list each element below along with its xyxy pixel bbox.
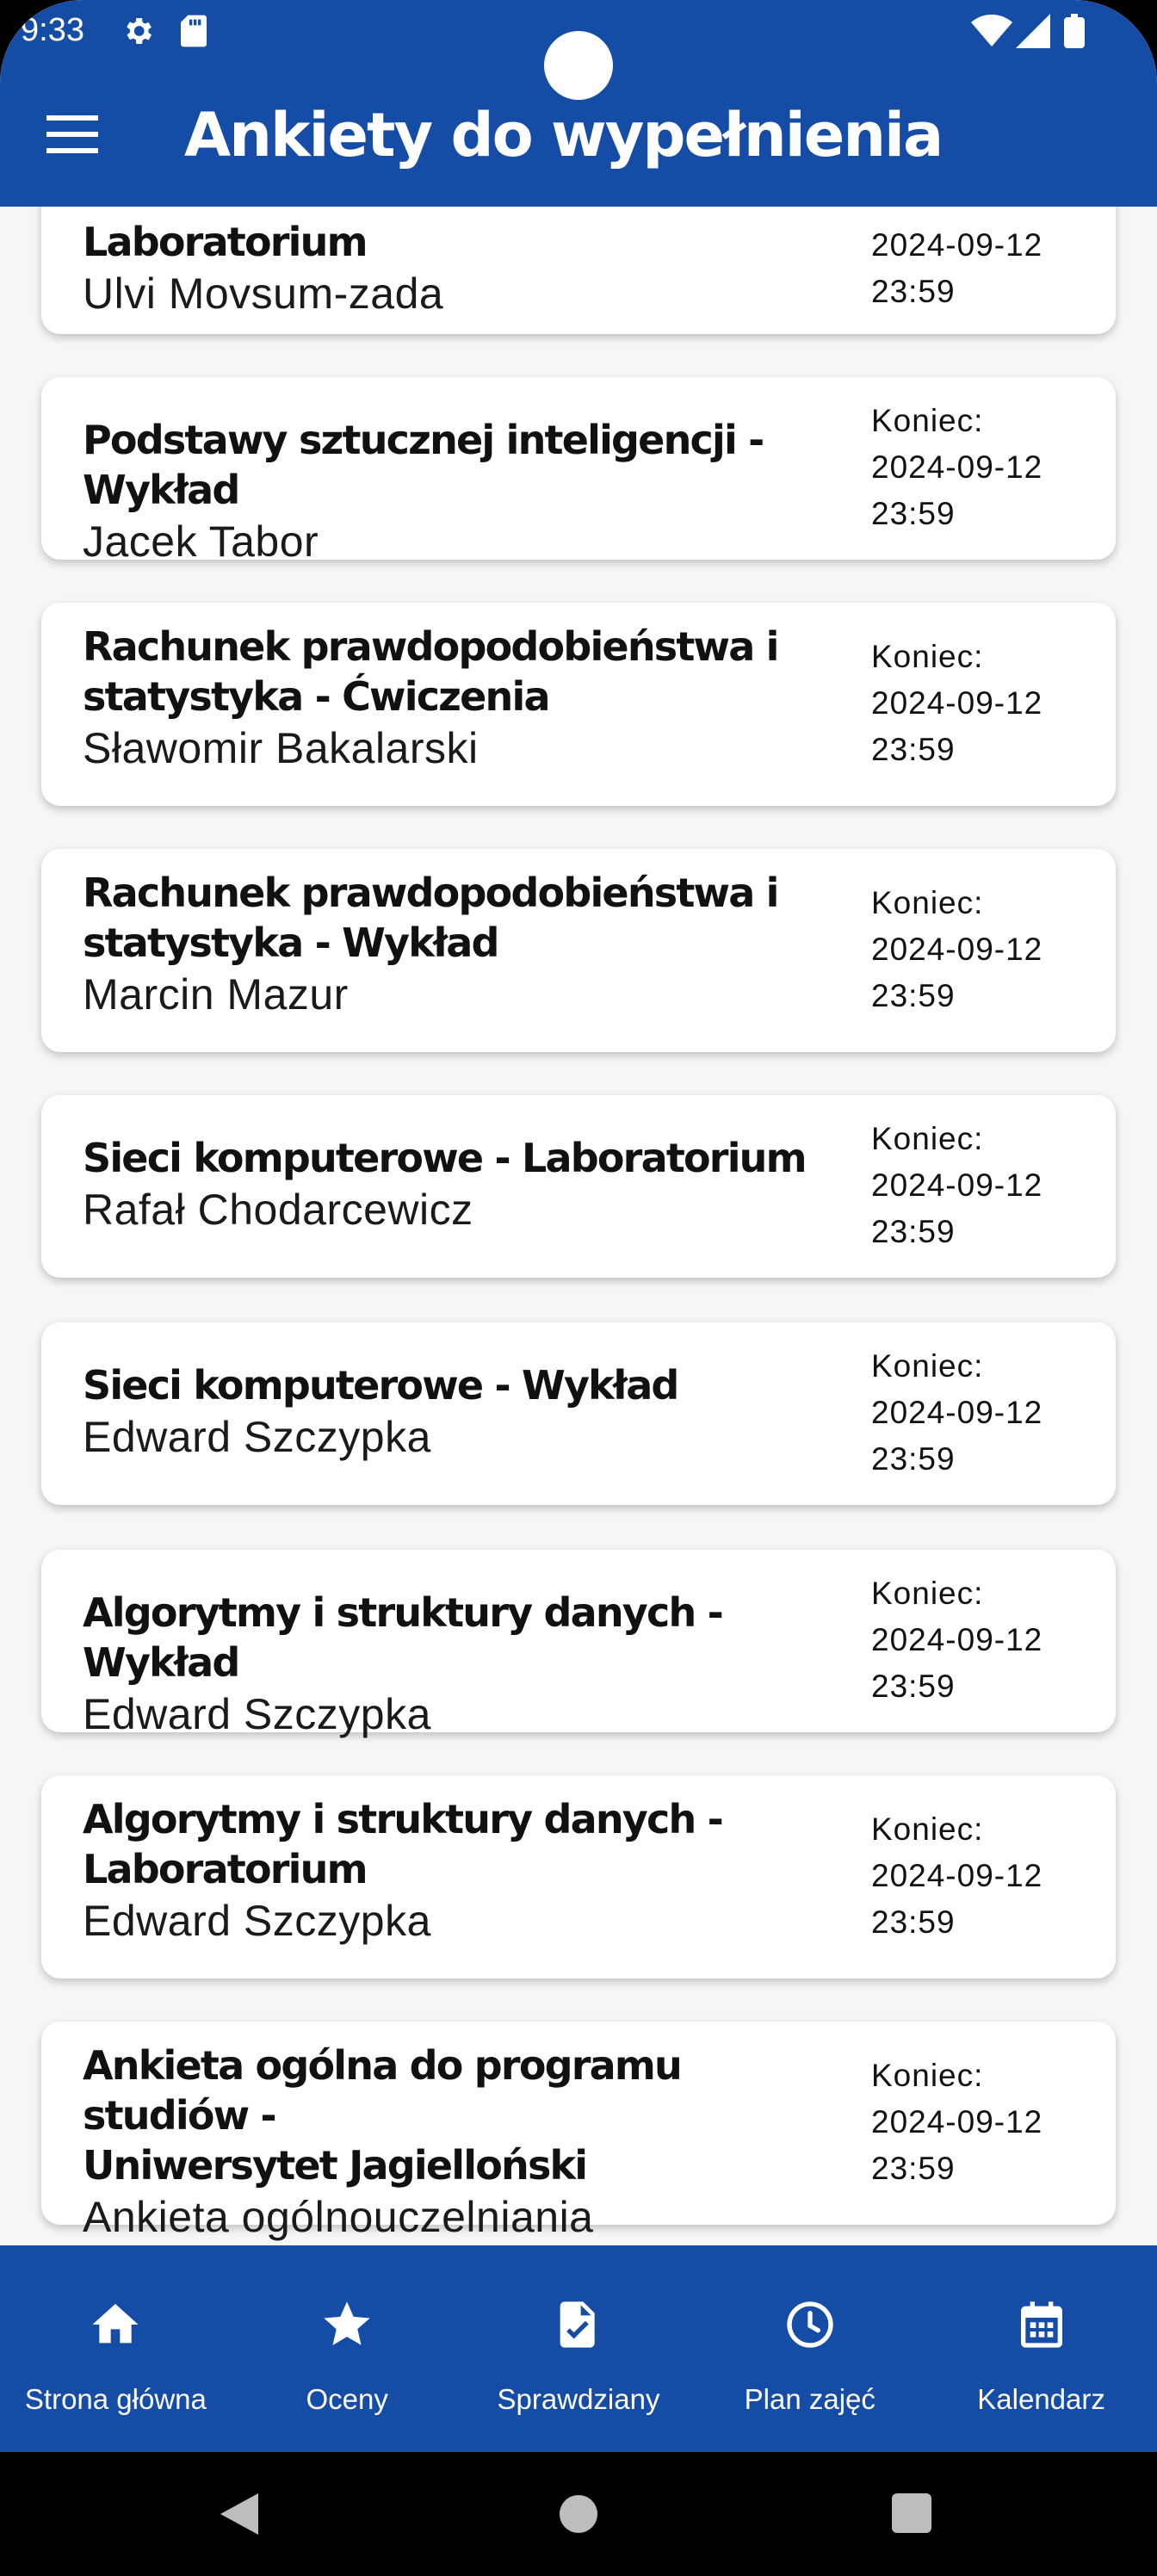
back-icon[interactable] bbox=[217, 2490, 262, 2538]
survey-end-time: 23:59 bbox=[871, 496, 956, 531]
survey-end-date: 2024-09-12 bbox=[871, 2104, 1043, 2139]
survey-end-label: Koniec: bbox=[871, 403, 984, 438]
survey-list[interactable]: Laboratorium Ulvi Movsum-zada 2024-09-12… bbox=[0, 207, 1157, 2245]
clock-icon bbox=[787, 2301, 833, 2348]
survey-end-date: 2024-09-12 bbox=[871, 1858, 1043, 1893]
survey-end-date: 2024-09-12 bbox=[871, 1622, 1043, 1657]
survey-lecturer: Edward Szczypka bbox=[83, 1413, 431, 1461]
nav-item-calendar[interactable]: Kalendarz bbox=[925, 2245, 1157, 2452]
nav-label: Plan zajęć bbox=[744, 2383, 875, 2415]
survey-end-label: Koniec: bbox=[871, 2058, 984, 2093]
signal-icon bbox=[1016, 14, 1050, 48]
wifi-icon bbox=[971, 14, 1012, 46]
survey-title: Sieci komputerowe - Wykład bbox=[83, 1362, 679, 1409]
survey-end-date: 2024-09-12 bbox=[871, 1395, 1043, 1430]
recents-icon[interactable] bbox=[890, 2490, 933, 2538]
front-camera bbox=[544, 31, 613, 100]
battery-icon bbox=[1064, 14, 1085, 48]
nav-item-schedule[interactable]: Plan zajęć bbox=[694, 2245, 925, 2452]
nav-label: Strona główna bbox=[24, 2383, 207, 2415]
calendar-icon bbox=[1020, 2301, 1062, 2348]
survey-end-date: 2024-09-12 bbox=[871, 1167, 1043, 1203]
survey-end-label: Koniec: bbox=[871, 1348, 984, 1384]
survey-end-label: Koniec: bbox=[871, 639, 984, 674]
survey-title: Podstawy sztucznej inteligencji - Wykład bbox=[83, 417, 764, 513]
star-icon bbox=[324, 2301, 370, 2345]
survey-lecturer: Ulvi Movsum-zada bbox=[83, 269, 444, 318]
nav-label: Oceny bbox=[306, 2383, 388, 2415]
survey-title: Uniwersytet Jagielloński bbox=[83, 2142, 588, 2189]
nav-item-tests[interactable]: Sprawdziany bbox=[463, 2245, 695, 2452]
survey-end-date: 2024-09-12 bbox=[871, 932, 1043, 967]
survey-lecturer: Ankieta ogólnouczelniania bbox=[83, 2193, 594, 2241]
gear-icon bbox=[127, 18, 152, 44]
survey-end-time: 23:59 bbox=[871, 1441, 956, 1477]
survey-end-label: Koniec: bbox=[871, 1576, 984, 1611]
survey-end-time: 23:59 bbox=[871, 978, 956, 1013]
survey-end-time: 23:59 bbox=[871, 2151, 956, 2186]
hamburger-menu-icon[interactable] bbox=[46, 115, 98, 153]
survey-end-label: Koniec: bbox=[871, 1121, 984, 1156]
survey-lecturer: Rafał Chodarcewicz bbox=[83, 1186, 473, 1234]
survey-title: Rachunek prawdopodobieństwa i bbox=[83, 870, 779, 916]
survey-title: Algorytmy i struktury danych - bbox=[83, 1796, 724, 1842]
survey-end-time: 23:59 bbox=[871, 732, 956, 767]
app-bar: 9:33 Ankiety do wypełnienia bbox=[0, 0, 1157, 207]
survey-card[interactable]: Laboratorium Ulvi Movsum-zada 2024-09-12… bbox=[41, 207, 1116, 334]
survey-title: statystyka - Ćwiczenia bbox=[83, 673, 551, 720]
sd-card-icon bbox=[181, 15, 207, 47]
survey-end-date: 2024-09-12 bbox=[871, 685, 1043, 721]
home-icon bbox=[92, 2304, 139, 2344]
survey-title: Algorytmy i struktury danych - Wykład bbox=[83, 1589, 724, 1686]
survey-lecturer: Marcin Mazur bbox=[83, 970, 349, 1019]
nav-label: Sprawdziany bbox=[497, 2383, 660, 2415]
app-screen: 9:33 Ankiety do wypełnienia Laboratorium… bbox=[0, 0, 1157, 2576]
survey-end-date: 2024-09-12 bbox=[871, 449, 1043, 485]
survey-title: statystyka - Wykład bbox=[83, 920, 499, 966]
bottom-navigation: Strona główna Oceny Sprawdziany Plan zaj… bbox=[0, 2245, 1157, 2452]
survey-end-label: Koniec: bbox=[871, 885, 984, 920]
survey-card[interactable]: Algorytmy i struktury danych - Wykład Ed… bbox=[41, 1550, 1116, 1738]
survey-card[interactable]: Ankieta ogólna do programu studiów - Uni… bbox=[41, 2022, 1116, 2241]
survey-title: Laboratorium bbox=[83, 1846, 368, 1892]
survey-title: Laboratorium bbox=[83, 219, 368, 265]
document-check-icon bbox=[560, 2301, 595, 2348]
survey-card[interactable]: Sieci komputerowe - Wykład Edward Szczyp… bbox=[41, 1322, 1116, 1505]
survey-title: Rachunek prawdopodobieństwa i bbox=[83, 623, 779, 670]
survey-title: Ankieta ogólna do programu studiów - bbox=[83, 2042, 683, 2139]
nav-item-grades[interactable]: Oceny bbox=[232, 2245, 463, 2452]
survey-card[interactable]: Algorytmy i struktury danych - Laborator… bbox=[41, 1775, 1116, 1978]
survey-card[interactable]: Podstawy sztucznej inteligencji - Wykład… bbox=[41, 377, 1116, 566]
survey-end-label: Koniec: bbox=[871, 1811, 984, 1847]
survey-end-date: 2024-09-12 bbox=[871, 227, 1043, 263]
survey-end-time: 23:59 bbox=[871, 274, 956, 309]
survey-card[interactable]: Sieci komputerowe - Laboratorium Rafał C… bbox=[41, 1095, 1116, 1278]
survey-end-time: 23:59 bbox=[871, 1214, 956, 1249]
survey-card[interactable]: Rachunek prawdopodobieństwa i statystyka… bbox=[41, 603, 1116, 806]
nav-label: Kalendarz bbox=[977, 2383, 1105, 2415]
survey-lecturer: Edward Szczypka bbox=[83, 1897, 431, 1945]
survey-end-time: 23:59 bbox=[871, 1669, 956, 1704]
status-time: 9:33 bbox=[21, 12, 84, 48]
home-circle-icon[interactable] bbox=[558, 2490, 599, 2538]
survey-card[interactable]: Rachunek prawdopodobieństwa i statystyka… bbox=[41, 849, 1116, 1052]
system-navigation-bar bbox=[0, 2452, 1157, 2576]
nav-item-home[interactable]: Strona główna bbox=[0, 2245, 232, 2452]
survey-title: Sieci komputerowe - Laboratorium bbox=[83, 1135, 807, 1181]
survey-end-time: 23:59 bbox=[871, 1904, 956, 1940]
survey-lecturer: Sławomir Bakalarski bbox=[83, 724, 479, 772]
survey-lecturer: Edward Szczypka bbox=[83, 1690, 431, 1738]
survey-lecturer: Jacek Tabor bbox=[83, 517, 319, 566]
page-title: Ankiety do wypełnienia bbox=[184, 100, 944, 170]
